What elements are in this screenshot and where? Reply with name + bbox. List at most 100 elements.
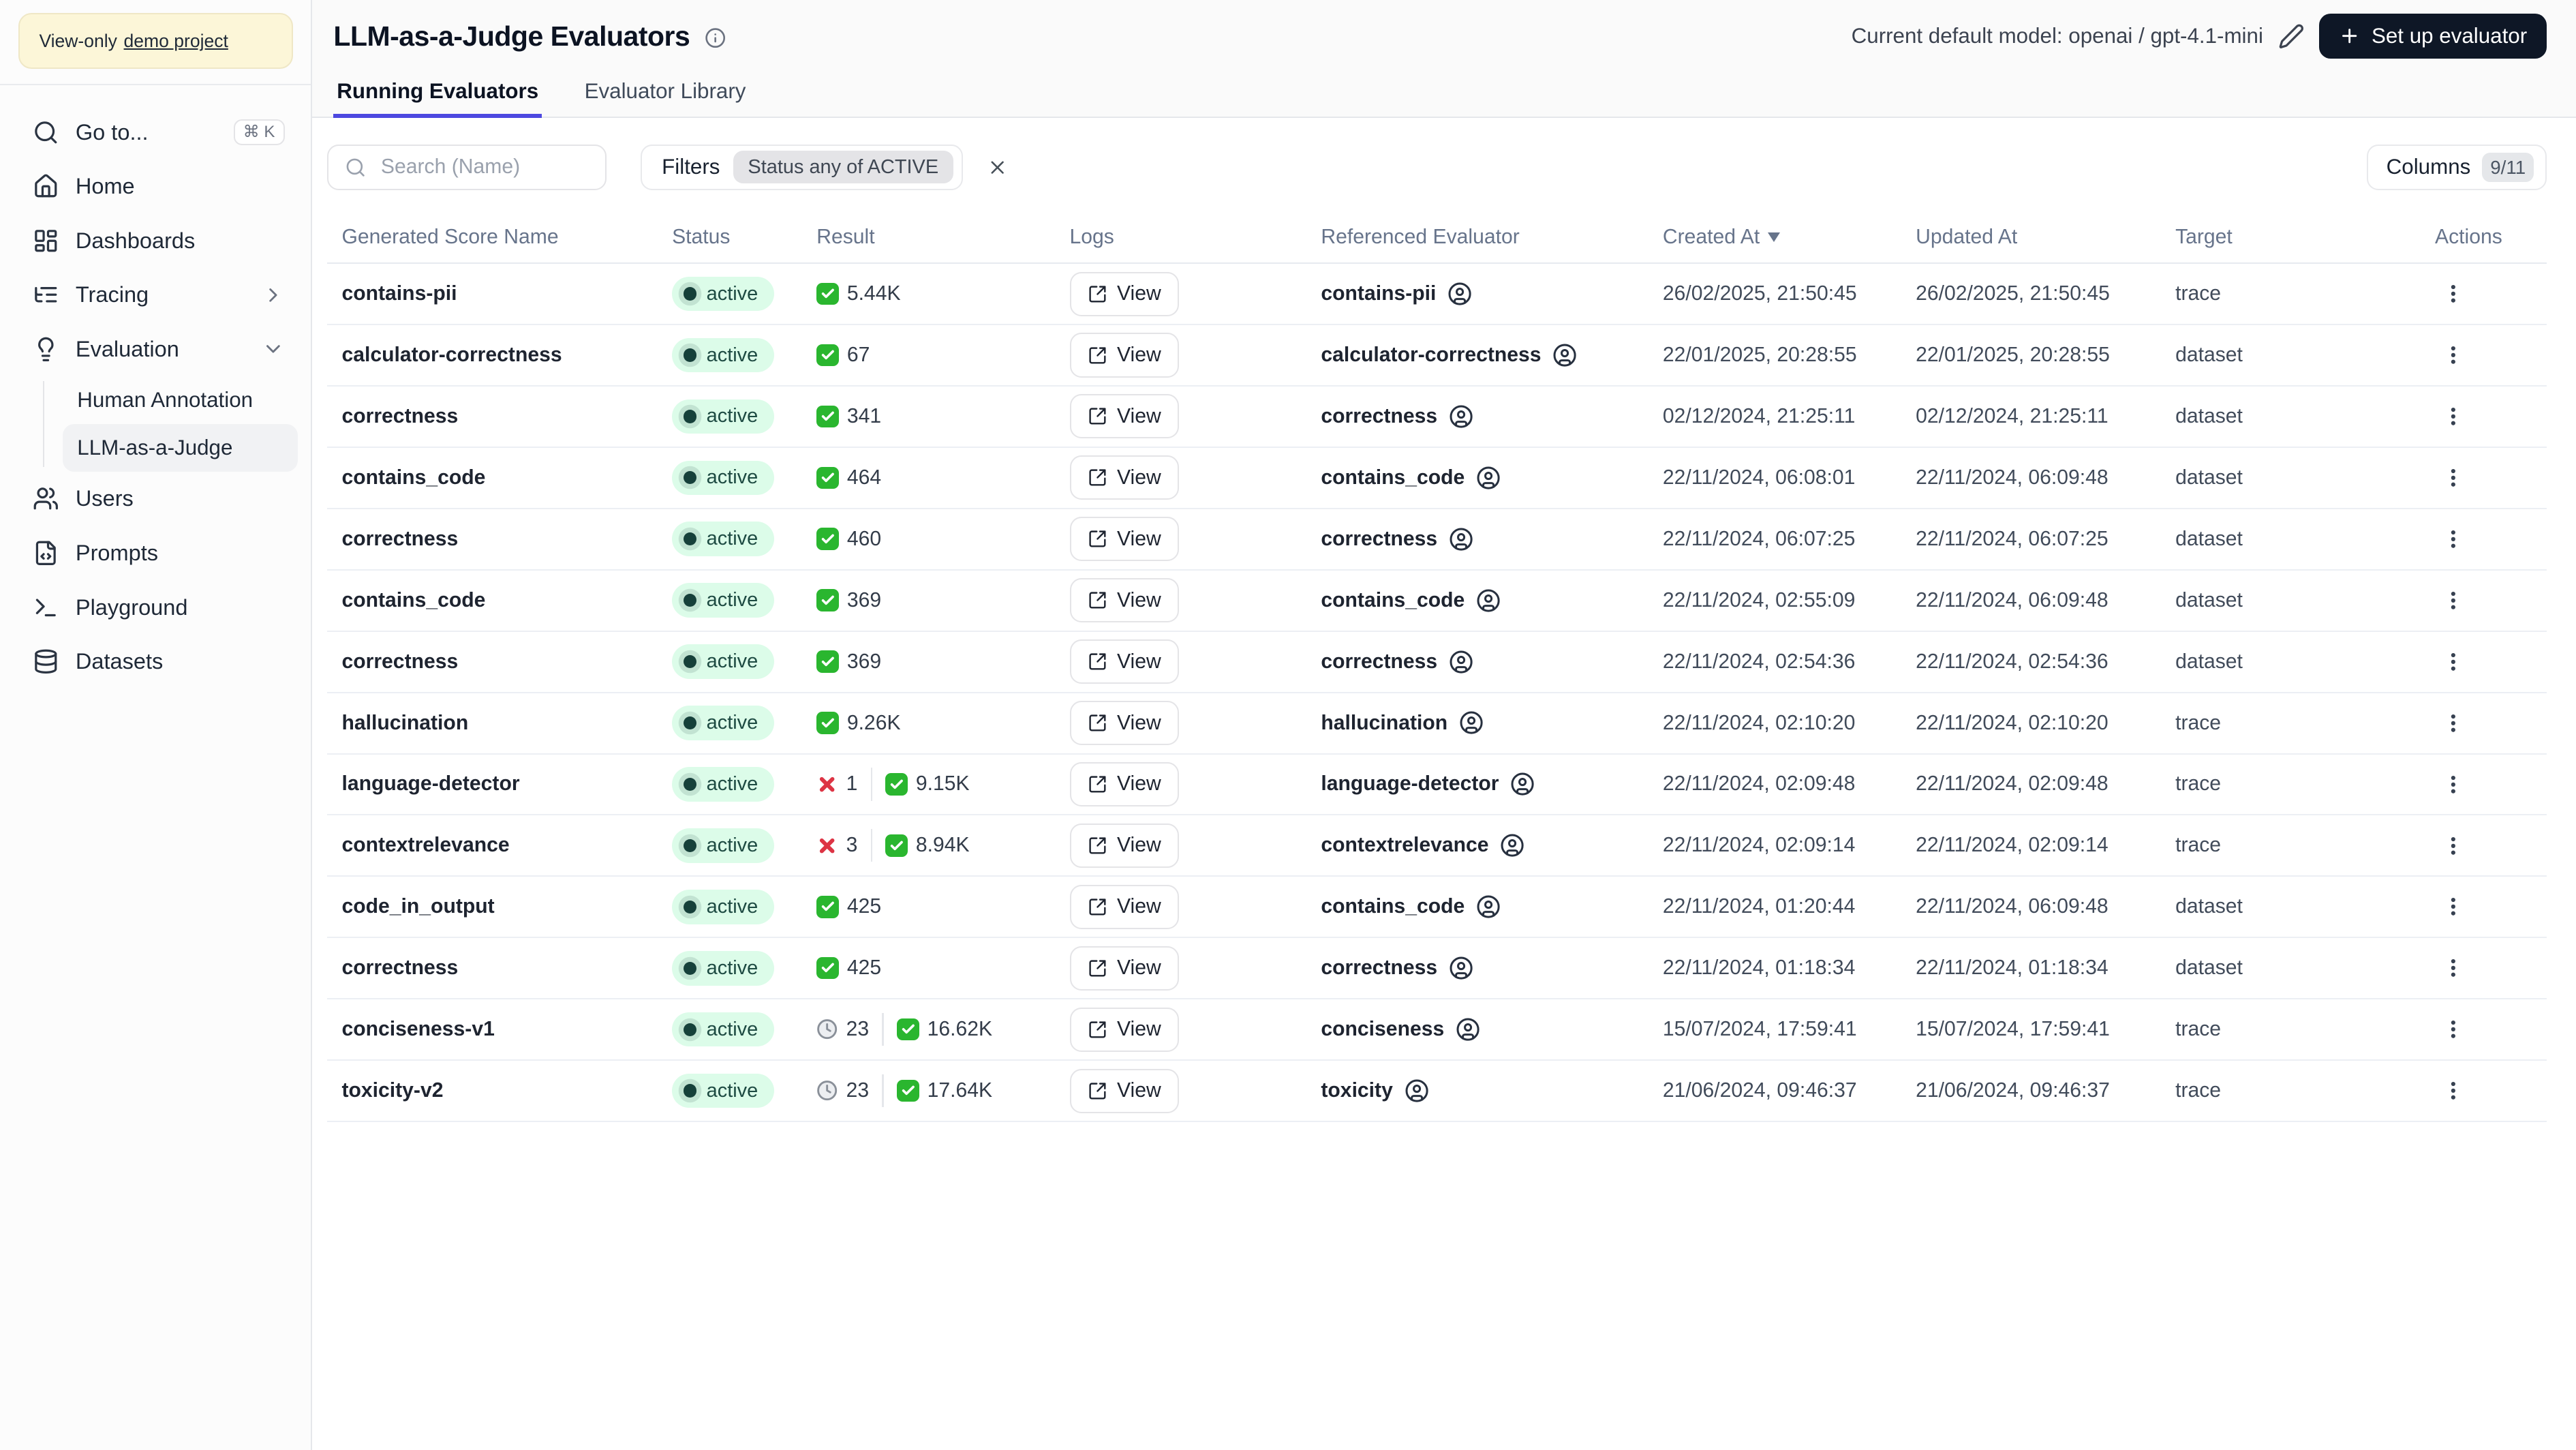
table-row[interactable]: language-detector active 1 9.15K View lan… — [326, 755, 2547, 816]
sidebar-item-human-annotation[interactable]: Human Annotation — [63, 376, 298, 424]
sidebar-item-go-to[interactable]: Go to... ⌘ K — [13, 105, 298, 160]
table-row[interactable]: contains_code active 369 View contains_c… — [326, 571, 2547, 632]
referenced-evaluator[interactable]: contains_code — [1321, 466, 1662, 490]
column-header-status[interactable]: Status — [672, 226, 816, 249]
row-actions-menu[interactable] — [2435, 828, 2471, 864]
sidebar-item-home[interactable]: Home — [13, 160, 298, 214]
sidebar-item-dashboards[interactable]: Dashboards — [13, 213, 298, 268]
pass-count: 16.62K — [897, 1018, 992, 1041]
row-actions-menu[interactable] — [2435, 950, 2471, 986]
sidebar-item-users[interactable]: Users — [13, 472, 298, 526]
sidebar-item-evaluation[interactable]: Evaluation — [13, 322, 298, 377]
referenced-evaluator[interactable]: contains_code — [1321, 894, 1662, 919]
filter-chip-status[interactable]: Status any of ACTIVE — [733, 151, 953, 184]
table-row[interactable]: correctness active 425 View correctness … — [326, 938, 2547, 1000]
users-icon — [33, 485, 59, 512]
view-logs-button[interactable]: View — [1069, 394, 1179, 439]
referenced-evaluator[interactable]: contains_code — [1321, 588, 1662, 613]
row-actions-menu[interactable] — [2435, 521, 2471, 557]
row-actions-menu[interactable] — [2435, 889, 2471, 925]
table-row[interactable]: contextrelevance active 3 8.94K View cont… — [326, 815, 2547, 877]
edit-model-button[interactable] — [2278, 23, 2305, 50]
external-link-icon — [1088, 468, 1107, 487]
table-row[interactable]: correctness active 369 View correctness … — [326, 632, 2547, 693]
referenced-evaluator[interactable]: calculator-correctness — [1321, 343, 1662, 367]
search-input[interactable] — [378, 153, 592, 181]
view-logs-button[interactable]: View — [1069, 823, 1179, 868]
column-header-updated-at[interactable]: Updated At — [1916, 226, 2175, 249]
referenced-evaluator[interactable]: language-detector — [1321, 772, 1662, 796]
setup-evaluator-button[interactable]: Set up evaluator — [2318, 14, 2547, 59]
table-row[interactable]: contains_code active 464 View contains_c… — [326, 448, 2547, 509]
row-actions-menu[interactable] — [2435, 276, 2471, 312]
view-logs-button[interactable]: View — [1069, 761, 1179, 806]
view-logs-button[interactable]: View — [1069, 884, 1179, 929]
created-at: 22/11/2024, 02:09:48 — [1662, 772, 1856, 796]
table-row[interactable]: calculator-correctness active 67 View ca… — [326, 325, 2547, 387]
column-header-logs[interactable]: Logs — [1070, 226, 1321, 249]
row-actions-menu[interactable] — [2435, 398, 2471, 434]
column-header-actions[interactable]: Actions — [2435, 226, 2547, 249]
setup-evaluator-label: Set up evaluator — [2371, 24, 2528, 48]
referenced-evaluator[interactable]: correctness — [1321, 956, 1662, 980]
row-actions-menu[interactable] — [2435, 1073, 2471, 1109]
view-logs-button[interactable]: View — [1069, 946, 1179, 991]
updated-at: 02/12/2024, 21:25:11 — [1916, 404, 2109, 427]
sidebar-item-datasets[interactable]: Datasets — [13, 635, 298, 689]
table-row[interactable]: correctness active 460 View correctness … — [326, 509, 2547, 571]
table-row[interactable]: code_in_output active 425 View contains_… — [326, 877, 2547, 939]
view-logs-button[interactable]: View — [1069, 578, 1179, 623]
referenced-evaluator[interactable]: conciseness — [1321, 1017, 1662, 1042]
columns-button[interactable]: Columns 9/11 — [2367, 144, 2547, 191]
view-logs-button[interactable]: View — [1069, 1068, 1179, 1113]
column-header-generated-score-name[interactable]: Generated Score Name — [341, 226, 672, 249]
row-actions-menu[interactable] — [2435, 459, 2471, 496]
sidebar-item-playground[interactable]: Playground — [13, 580, 298, 635]
row-actions-menu[interactable] — [2435, 766, 2471, 802]
status-dot-icon — [683, 1084, 697, 1098]
view-logs-button[interactable]: View — [1069, 333, 1179, 378]
referenced-evaluator[interactable]: hallucination — [1321, 710, 1662, 735]
sidebar-item-tracing[interactable]: Tracing — [13, 268, 298, 322]
view-logs-button[interactable]: View — [1069, 700, 1179, 746]
table-row[interactable]: toxicity-v2 active 23 17.64K View toxicit… — [326, 1061, 2547, 1123]
referenced-evaluator[interactable]: toxicity — [1321, 1078, 1662, 1103]
info-icon[interactable] — [705, 27, 726, 48]
column-header-target[interactable]: Target — [2175, 226, 2435, 249]
view-logs-button[interactable]: View — [1069, 639, 1179, 684]
view-logs-button[interactable]: View — [1069, 271, 1179, 316]
tab-running-evaluators[interactable]: Running Evaluators — [333, 72, 542, 119]
referenced-evaluator[interactable]: correctness — [1321, 527, 1662, 552]
row-actions-menu[interactable] — [2435, 644, 2471, 680]
row-actions-menu[interactable] — [2435, 582, 2471, 618]
check-icon — [816, 896, 839, 918]
created-at: 22/11/2024, 06:08:01 — [1662, 466, 1856, 489]
table-row[interactable]: conciseness-v1 active 23 16.62K View conc… — [326, 999, 2547, 1061]
column-header-created-at[interactable]: Created At — [1663, 226, 1916, 249]
kebab-icon — [2442, 834, 2465, 858]
sidebar-item-llm-as-a-judge[interactable]: LLM-as-a-Judge — [62, 423, 298, 472]
referenced-evaluator[interactable]: correctness — [1321, 404, 1662, 429]
row-actions-menu[interactable] — [2435, 1012, 2471, 1048]
table-row[interactable]: correctness active 341 View correctness … — [326, 387, 2547, 448]
column-header-referenced-evaluator[interactable]: Referenced Evaluator — [1321, 226, 1662, 249]
sidebar-item-prompts[interactable]: Prompts — [13, 526, 298, 580]
view-logs-button[interactable]: View — [1069, 1007, 1179, 1052]
view-logs-button[interactable]: View — [1069, 455, 1179, 500]
check-icon — [816, 956, 839, 980]
filters-button[interactable]: Filters Status any of ACTIVE — [641, 144, 963, 191]
row-actions-menu[interactable] — [2435, 337, 2471, 373]
table-row[interactable]: contains-pii active 5.44K View contains-… — [326, 264, 2547, 326]
table-row[interactable]: hallucination active 9.26K View hallucin… — [326, 693, 2547, 755]
referenced-evaluator[interactable]: contains-pii — [1321, 282, 1662, 306]
referenced-evaluator[interactable]: correctness — [1321, 650, 1662, 674]
title-row: LLM-as-a-Judge Evaluators Current defaul… — [312, 0, 2576, 72]
row-actions-menu[interactable] — [2435, 705, 2471, 741]
column-header-result[interactable]: Result — [816, 226, 1069, 249]
tab-evaluator-library[interactable]: Evaluator Library — [581, 72, 749, 117]
created-at: 22/11/2024, 01:18:34 — [1662, 956, 1856, 980]
demo-project-link[interactable]: demo project — [124, 31, 228, 52]
referenced-evaluator[interactable]: contextrelevance — [1321, 833, 1662, 858]
view-logs-button[interactable]: View — [1069, 517, 1179, 562]
clear-filters-button[interactable] — [981, 151, 1013, 183]
